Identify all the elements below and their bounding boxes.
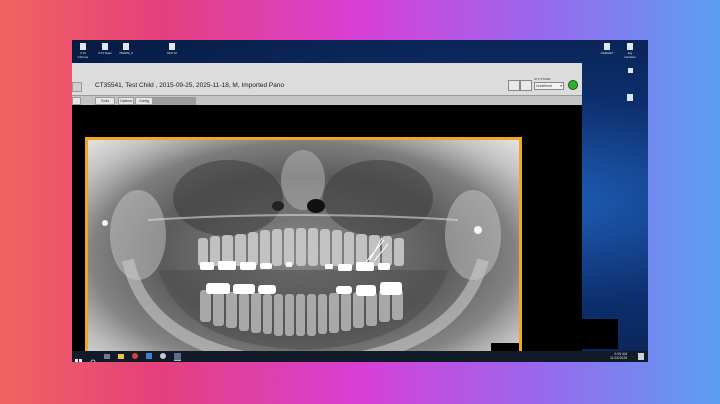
task-view-icon[interactable]: [104, 354, 110, 359]
desktop-icon-label: log numbers: [624, 51, 636, 59]
desktop-icon-ct3-chrome[interactable]: CT3 Chrome: [75, 43, 91, 59]
file-icon: [627, 43, 633, 50]
patient-title: CT35541, Test Child , 2015-09-25, 2025-1…: [95, 82, 285, 89]
file-icon: [123, 43, 129, 50]
file-icon: [604, 43, 610, 50]
file-icon: [80, 43, 86, 50]
options-button[interactable]: Options: [118, 97, 134, 105]
disabled-button: [164, 97, 196, 105]
file-icon: [102, 43, 108, 50]
desktop-icon-dcf[interactable]: DCF M: [164, 43, 180, 55]
imaging-app-window: CT35541, Test Child , 2015-09-25, 2025-1…: [72, 63, 582, 362]
desktop-screen: CT3 Chrome CT3 Team TMAPE_2 DCF M GADGET…: [72, 40, 648, 362]
overlay-box: [580, 319, 618, 349]
desktop-icon-label: DCF M: [167, 51, 177, 55]
print-button[interactable]: [520, 80, 532, 91]
imaging-app-taskbar-icon[interactable]: [174, 353, 181, 361]
panoramic-xray-frame[interactable]: [85, 137, 522, 362]
desktop-icon-gadget[interactable]: GADGET: [599, 43, 615, 55]
status-value: Undefined: [536, 84, 552, 88]
app-toolbar: Tools Options Config: [72, 96, 582, 105]
config-button[interactable]: Config: [135, 97, 153, 105]
desktop-icon-label: CT3 Team: [98, 51, 112, 55]
status-label: STL STORE: [534, 77, 551, 81]
desktop-icon-tmape[interactable]: TMAPE_2: [118, 43, 134, 55]
file-icon: [627, 68, 633, 73]
browser-icon[interactable]: [132, 353, 138, 359]
file-icon: [169, 43, 175, 50]
search-icon[interactable]: [90, 353, 97, 362]
app-icon[interactable]: [146, 353, 152, 359]
tools-button[interactable]: Tools: [95, 97, 115, 105]
app-icon[interactable]: [160, 353, 166, 359]
desktop-icon-label: TMAPE_2: [119, 51, 133, 55]
desktop-icon-file[interactable]: [622, 68, 638, 74]
windows-start-icon[interactable]: [75, 353, 82, 362]
desktop-icon-log-numbers[interactable]: log numbers: [622, 43, 638, 59]
desktop-icon-file[interactable]: [622, 94, 638, 102]
tray-clock[interactable]: 9:05 AM 11/18/2025: [610, 352, 627, 360]
status-ok-icon: [568, 80, 578, 90]
tray-icons[interactable]: [592, 354, 606, 359]
file-icon: [627, 94, 633, 101]
status-dropdown[interactable]: Undefined ▾: [534, 82, 564, 90]
menu-button[interactable]: [72, 82, 82, 92]
desktop-icon-ct3-team[interactable]: CT3 Team: [97, 43, 113, 55]
tray-date: 11/18/2025: [610, 356, 628, 360]
chevron-down-icon: ▾: [560, 84, 562, 88]
panoramic-xray-image: [88, 140, 519, 362]
settings-button[interactable]: [508, 80, 520, 91]
windows-taskbar: 9:05 AM 11/18/2025: [72, 351, 648, 362]
notification-icon[interactable]: [638, 353, 644, 360]
desktop-icon-label: GADGET: [600, 51, 614, 55]
file-explorer-icon[interactable]: [118, 354, 124, 359]
desktop-icon-label: CT3 Chrome: [77, 51, 89, 59]
app-header: CT35541, Test Child , 2015-09-25, 2025-1…: [72, 63, 582, 96]
toolbar-left-button[interactable]: [72, 97, 81, 105]
